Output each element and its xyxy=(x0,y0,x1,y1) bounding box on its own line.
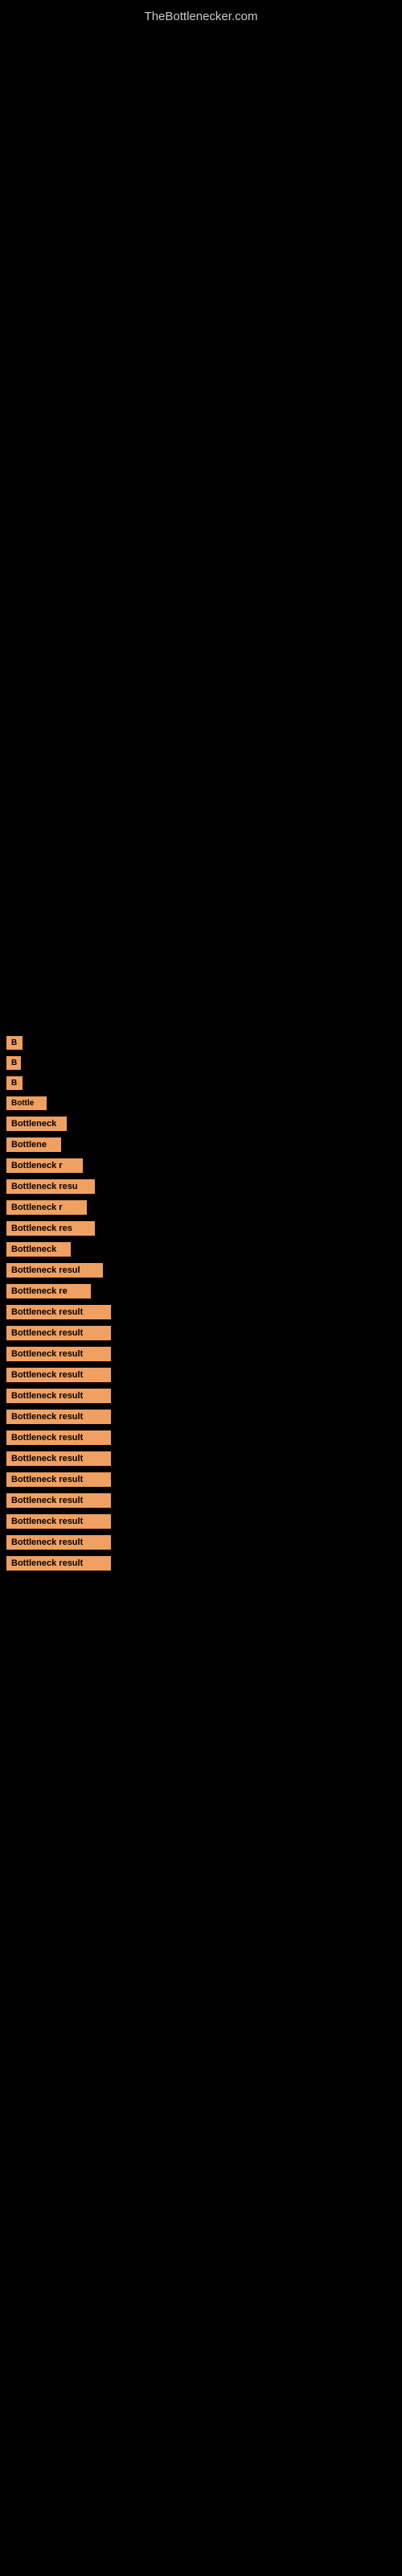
bottleneck-result-label[interactable]: Bottleneck result xyxy=(6,1451,111,1466)
bottleneck-result-label[interactable]: Bottleneck r xyxy=(6,1158,83,1173)
bottleneck-result-label[interactable]: Bottleneck res xyxy=(6,1221,95,1236)
bottleneck-result-label[interactable]: Bottleneck result xyxy=(6,1368,111,1382)
result-item: Bottlene xyxy=(0,1137,402,1152)
bottleneck-result-label[interactable]: Bottleneck result xyxy=(6,1305,111,1319)
result-item: B xyxy=(0,1076,402,1090)
bottleneck-result-label[interactable]: B xyxy=(6,1036,23,1050)
bottleneck-result-label[interactable]: Bottleneck re xyxy=(6,1284,91,1298)
bottleneck-result-label[interactable]: Bottleneck result xyxy=(6,1514,111,1529)
bottleneck-result-label[interactable]: Bottleneck result xyxy=(6,1410,111,1424)
result-item: Bottle xyxy=(0,1096,402,1110)
bottleneck-result-label[interactable]: B xyxy=(6,1076,23,1090)
bottleneck-result-label[interactable]: Bottleneck result xyxy=(6,1556,111,1571)
result-item: Bottleneck r xyxy=(0,1158,402,1173)
result-item: Bottleneck r xyxy=(0,1200,402,1215)
bottleneck-result-label[interactable]: Bottle xyxy=(6,1096,47,1110)
result-item: Bottleneck result xyxy=(0,1326,402,1340)
bottleneck-result-label[interactable]: Bottleneck xyxy=(6,1117,67,1131)
bottleneck-result-label[interactable]: Bottleneck result xyxy=(6,1430,111,1445)
result-item: Bottleneck xyxy=(0,1117,402,1131)
bottleneck-result-label[interactable]: Bottleneck result xyxy=(6,1535,111,1550)
bottleneck-result-label[interactable]: Bottleneck result xyxy=(6,1347,111,1361)
result-item: Bottleneck result xyxy=(0,1556,402,1571)
result-item: Bottleneck res xyxy=(0,1221,402,1236)
site-title: TheBottlenecker.com xyxy=(0,0,402,30)
result-item: Bottleneck result xyxy=(0,1535,402,1550)
result-item: B xyxy=(0,1036,402,1050)
result-item: Bottleneck re xyxy=(0,1284,402,1298)
bottleneck-result-label[interactable]: Bottleneck result xyxy=(6,1493,111,1508)
bottleneck-result-label[interactable]: Bottleneck result xyxy=(6,1326,111,1340)
bottleneck-result-label[interactable]: Bottleneck xyxy=(6,1242,71,1257)
result-item: Bottleneck result xyxy=(0,1389,402,1403)
result-item: Bottleneck result xyxy=(0,1514,402,1529)
result-item: Bottleneck result xyxy=(0,1347,402,1361)
result-item: Bottleneck result xyxy=(0,1472,402,1487)
bottleneck-result-label[interactable]: Bottleneck result xyxy=(6,1389,111,1403)
result-item: Bottleneck result xyxy=(0,1410,402,1424)
bottleneck-result-label[interactable]: Bottleneck r xyxy=(6,1200,87,1215)
result-item: Bottleneck resu xyxy=(0,1179,402,1194)
result-item: B xyxy=(0,1056,402,1070)
results-container: BBBBottleBottleneckBottleneBottleneck rB… xyxy=(0,1036,402,1609)
result-item: Bottleneck result xyxy=(0,1305,402,1319)
result-item: Bottleneck result xyxy=(0,1451,402,1466)
bottleneck-result-label[interactable]: Bottleneck result xyxy=(6,1472,111,1487)
bottleneck-result-label[interactable]: B xyxy=(6,1056,21,1070)
bottleneck-result-label[interactable]: Bottleneck resul xyxy=(6,1263,103,1278)
result-item: Bottleneck result xyxy=(0,1493,402,1508)
result-item: Bottleneck resul xyxy=(0,1263,402,1278)
bottleneck-result-label[interactable]: Bottlene xyxy=(6,1137,61,1152)
bottleneck-result-label[interactable]: Bottleneck resu xyxy=(6,1179,95,1194)
result-item: Bottleneck xyxy=(0,1242,402,1257)
result-item: Bottleneck result xyxy=(0,1430,402,1445)
result-item: Bottleneck result xyxy=(0,1368,402,1382)
